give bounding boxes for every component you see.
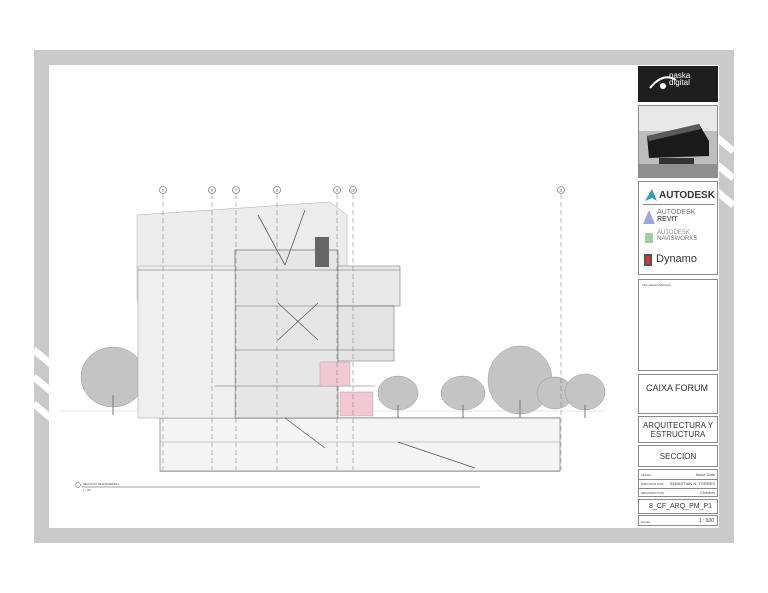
dynamo-logo-text: Dynamo xyxy=(656,253,697,265)
dynamo-icon xyxy=(644,254,652,266)
software-logos: AUTODESK AUTODESK REVIT AUTODESK NAVISWO… xyxy=(638,181,718,275)
grid-label: 10 xyxy=(351,188,355,192)
grid-label: 9 xyxy=(336,188,338,192)
view-name-box: SECCION xyxy=(638,445,718,467)
drawn-by-label: DIBUJADO POR xyxy=(641,482,664,486)
sheet-code: 8_CF_ARQ_PM_P1 xyxy=(649,503,713,510)
grid-label: 8 xyxy=(276,188,278,192)
date-value: Issue Date xyxy=(695,472,715,477)
project-photo-box xyxy=(638,105,718,178)
reviewed-by-value: Checker xyxy=(700,490,715,495)
date-label: FECHA xyxy=(641,473,652,477)
project-name-box: CAIXA FORUM xyxy=(638,374,718,414)
sheet-code-box: 8_CF_ARQ_PM_P1 xyxy=(638,499,718,514)
scale-value: 1 : 100 xyxy=(698,518,714,524)
autodesk-icon xyxy=(645,189,657,201)
section-scale: 1 : 100 xyxy=(83,489,91,492)
revit-icon xyxy=(643,210,655,224)
discipline-box: ARQUITECTURA Y ESTRUCTURA xyxy=(638,416,718,443)
drawn-by-value: SEBASTIAN N. TORRES xyxy=(669,481,715,486)
additional-info-label: Información Adicional xyxy=(642,283,671,287)
company-name: naska digital xyxy=(669,71,691,87)
issue-fields: FECHA Issue Date DIBUJADO POR SEBASTIAN … xyxy=(638,469,718,497)
autodesk-logo-text: AUTODESK xyxy=(659,190,715,201)
grid-label: 7 xyxy=(235,188,237,192)
view-name: SECCION xyxy=(659,452,697,461)
discipline-line1: ARQUITECTURA Y xyxy=(642,421,714,430)
revit-brand: AUTODESK xyxy=(657,209,696,216)
section-title: SECCION TRANSVERSAL xyxy=(83,482,120,486)
view-marker xyxy=(75,482,81,488)
section-drawing: 5 6 7 8 9 10 11 SECCION TRANSVERSAL 1 : … xyxy=(60,186,606,492)
navisworks-icon xyxy=(645,233,653,243)
scale-label: Escala xyxy=(641,520,651,524)
grid-label: 6 xyxy=(211,188,213,192)
project-photo xyxy=(639,106,717,177)
reviewed-by-label: REVISADO POR xyxy=(641,491,664,495)
additional-info-box: Información Adicional xyxy=(638,279,718,371)
scale-box: Escala 1 : 100 xyxy=(638,515,718,526)
grid-label: 11 xyxy=(559,188,563,192)
grid-label: 5 xyxy=(162,188,164,192)
project-name: CAIXA FORUM xyxy=(646,383,709,393)
navisworks-product: NAVISWORKS xyxy=(657,236,698,242)
discipline-line2: ESTRUCTURA xyxy=(650,430,706,439)
revit-product: REVIT xyxy=(657,216,678,223)
